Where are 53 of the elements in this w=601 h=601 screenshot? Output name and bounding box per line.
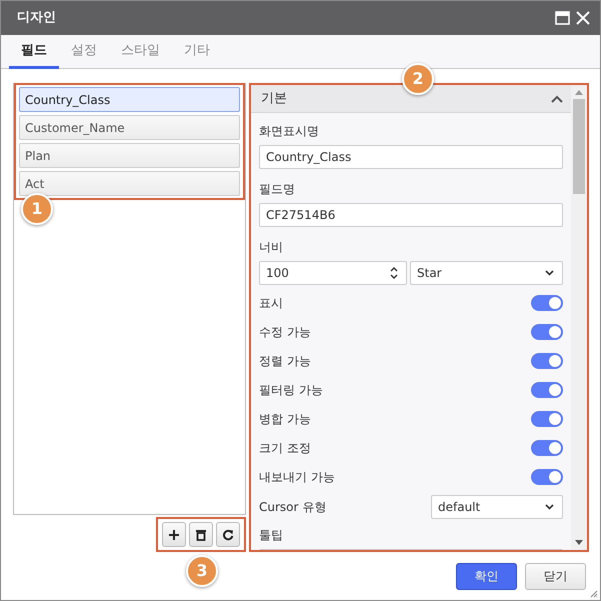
text-field[interactable]: CF27514B6: [259, 203, 563, 227]
field-label: 너비: [259, 239, 284, 256]
caret-icon: [545, 270, 554, 276]
close-button[interactable]: [576, 11, 590, 25]
toggle-switch[interactable]: [531, 468, 563, 484]
close-dialog-button[interactable]: 닫기: [525, 562, 586, 590]
field-item[interactable]: Plan: [19, 143, 240, 168]
tab[interactable]: 필드: [9, 35, 59, 69]
toggle-label: 정렬 가능: [259, 352, 311, 370]
add-button[interactable]: [162, 522, 186, 547]
callout-badge: 3: [186, 555, 218, 587]
number-spinner[interactable]: 100: [259, 261, 407, 285]
refresh-button[interactable]: [216, 522, 240, 547]
section-header[interactable]: 기본: [251, 85, 571, 113]
toggle-switch[interactable]: [531, 440, 563, 456]
toggle-label: 표시: [259, 294, 283, 312]
section-title: 기본: [261, 90, 287, 108]
close-icon: [576, 11, 590, 25]
refresh-icon: [222, 528, 234, 540]
scrollbar-thumb[interactable]: [573, 99, 585, 194]
delete-button[interactable]: [189, 522, 213, 547]
toggle-switch[interactable]: [531, 352, 563, 368]
toggle-switch[interactable]: [531, 410, 563, 426]
maximize-button[interactable]: [555, 11, 570, 25]
text-field[interactable]: Country_Class: [259, 145, 563, 169]
toggle-label: 수정 가능: [259, 324, 311, 340]
toggle-label: 내보내기 가능: [259, 468, 335, 486]
scrollbar[interactable]: [571, 85, 587, 550]
toggle-switch[interactable]: [531, 324, 563, 340]
toggle-switch[interactable]: [531, 382, 563, 398]
confirm-button[interactable]: 확인: [456, 562, 517, 590]
resize-grip-icon: [590, 590, 598, 598]
maximize-icon: [555, 11, 570, 25]
plus-icon: [168, 528, 180, 540]
field-label: Cursor 유형: [259, 499, 326, 516]
field-label: 툴팁: [259, 527, 284, 544]
toggle-switch[interactable]: [531, 294, 563, 310]
trash-icon: [195, 528, 207, 540]
toggle-label: 크기 조정: [259, 440, 311, 456]
dropdown[interactable]: default: [431, 495, 563, 519]
scroll-up-icon: [575, 90, 583, 95]
field-label: 화면표시명: [259, 123, 320, 140]
field-label: 필드명: [259, 181, 296, 198]
field-item[interactable]: Country_Class: [19, 87, 240, 112]
caret-icon: [545, 504, 554, 510]
window-title: 디자인: [17, 9, 57, 28]
spinner-arrows-icon: [390, 266, 398, 280]
scroll-down-icon: [575, 540, 583, 545]
field-item[interactable]: Customer_Name: [19, 115, 240, 140]
unit-select[interactable]: Star: [410, 261, 563, 285]
toggle-label: 병합 가능: [259, 410, 311, 428]
toggle-label: 필터링 가능: [259, 382, 323, 398]
field-item[interactable]: Act: [19, 171, 240, 196]
